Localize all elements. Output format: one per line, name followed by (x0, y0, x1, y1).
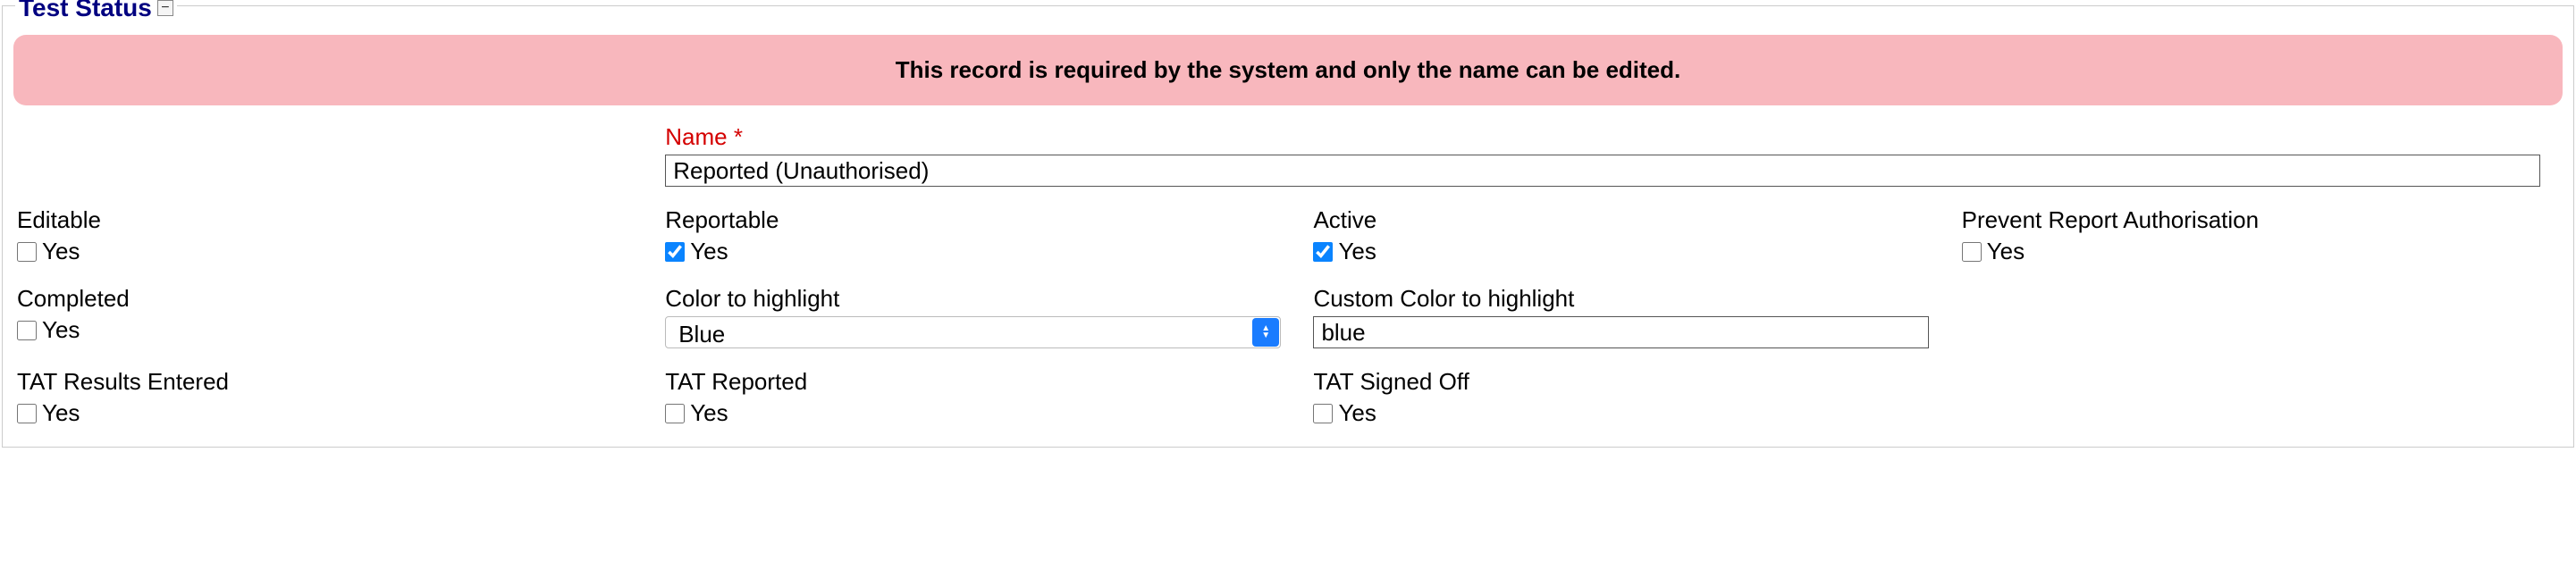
tat-signed-off-field: TAT Signed Off Yes (1313, 368, 1961, 427)
tat-signed-off-checkbox-row: Yes (1313, 399, 1961, 427)
color-highlight-select-wrap: Blue ▲▼ (665, 316, 1281, 348)
prevent-report-auth-checkbox-row: Yes (1962, 238, 2559, 265)
color-highlight-field: Color to highlight Blue ▲▼ (665, 285, 1313, 348)
tat-results-entered-checkbox[interactable] (17, 404, 37, 423)
tat-results-entered-checkbox-row: Yes (17, 399, 665, 427)
fieldset-legend: Test Status − (15, 0, 177, 22)
reportable-label: Reportable (665, 206, 1313, 234)
editable-field: Editable Yes (17, 206, 665, 265)
tat-results-entered-field: TAT Results Entered Yes (17, 368, 665, 427)
tat-reported-label: TAT Reported (665, 368, 1313, 396)
tat-reported-field: TAT Reported Yes (665, 368, 1313, 427)
spacer (17, 123, 665, 187)
active-label: Active (1313, 206, 1961, 234)
prevent-report-auth-label: Prevent Report Authorisation (1962, 206, 2559, 234)
prevent-report-auth-checkbox[interactable] (1962, 242, 1982, 262)
form-grid: Name * Editable Yes Reportable Yes Activ… (13, 123, 2563, 436)
section-title: Test Status (19, 0, 152, 22)
tat-signed-off-option-label: Yes (1338, 399, 1376, 427)
completed-label: Completed (17, 285, 665, 313)
completed-field: Completed Yes (17, 285, 665, 348)
custom-color-field: Custom Color to highlight (1313, 285, 1961, 348)
prevent-report-auth-field: Prevent Report Authorisation Yes (1962, 206, 2559, 265)
active-field: Active Yes (1313, 206, 1961, 265)
custom-color-input[interactable] (1313, 316, 1929, 348)
color-highlight-label: Color to highlight (665, 285, 1313, 313)
tat-reported-option-label: Yes (690, 399, 728, 427)
completed-checkbox-row: Yes (17, 316, 665, 344)
tat-signed-off-checkbox[interactable] (1313, 404, 1333, 423)
editable-option-label: Yes (42, 238, 80, 265)
required-asterisk: * (734, 123, 743, 150)
reportable-field: Reportable Yes (665, 206, 1313, 265)
active-option-label: Yes (1338, 238, 1376, 265)
name-label: Name * (665, 123, 2559, 151)
name-input[interactable] (665, 155, 2540, 187)
reportable-checkbox[interactable] (665, 242, 685, 262)
prevent-report-auth-option-label: Yes (1987, 238, 2025, 265)
reportable-checkbox-row: Yes (665, 238, 1313, 265)
custom-color-label: Custom Color to highlight (1313, 285, 1961, 313)
editable-label: Editable (17, 206, 665, 234)
tat-reported-checkbox[interactable] (665, 404, 685, 423)
tat-reported-checkbox-row: Yes (665, 399, 1313, 427)
system-required-alert: This record is required by the system an… (13, 35, 2563, 105)
active-checkbox[interactable] (1313, 242, 1333, 262)
name-field: Name * (665, 123, 2559, 187)
collapse-icon[interactable]: − (157, 0, 173, 16)
editable-checkbox[interactable] (17, 242, 37, 262)
test-status-fieldset: Test Status − This record is required by… (2, 5, 2574, 448)
tat-results-entered-option-label: Yes (42, 399, 80, 427)
reportable-option-label: Yes (690, 238, 728, 265)
spacer (1962, 285, 2559, 348)
spacer (1962, 368, 2559, 427)
active-checkbox-row: Yes (1313, 238, 1961, 265)
completed-option-label: Yes (42, 316, 80, 344)
editable-checkbox-row: Yes (17, 238, 665, 265)
tat-signed-off-label: TAT Signed Off (1313, 368, 1961, 396)
tat-results-entered-label: TAT Results Entered (17, 368, 665, 396)
color-highlight-select[interactable]: Blue (665, 316, 1281, 348)
completed-checkbox[interactable] (17, 321, 37, 340)
